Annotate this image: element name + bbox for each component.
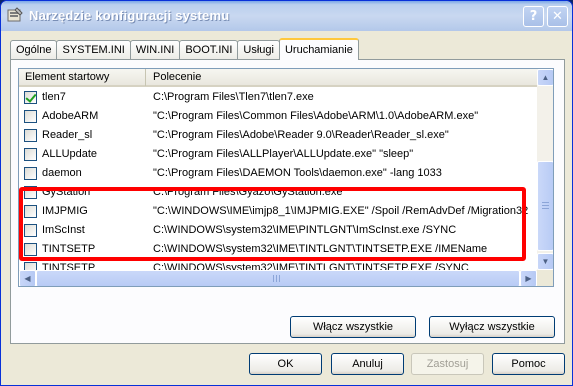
msconfig-app-icon	[7, 7, 23, 22]
grip-line	[542, 208, 549, 209]
startup-item-checkbox[interactable]	[24, 167, 37, 180]
scroll-up-icon[interactable]: ▲	[537, 69, 553, 86]
ok-button[interactable]: OK	[249, 353, 322, 375]
title-close-button[interactable]: ✕	[547, 6, 568, 27]
window-title: Narzędzie konfiguracji systemu	[29, 8, 230, 23]
list-item[interactable]: AdobeARM "C:\Program Files\Common Files\A…	[19, 107, 537, 126]
startup-item-name: tlen7	[42, 91, 66, 103]
list-item[interactable]: IMJPMIG "C:\WINDOWS\IME\imjp8_1\IMJPMIG.E…	[19, 202, 537, 221]
grip-line	[279, 275, 280, 282]
horizontal-scrollbar[interactable]: ◀ ▶	[19, 270, 537, 286]
title-bar[interactable]: Narzędzie konfiguracji systemu ? ✕	[1, 1, 572, 31]
startup-item-name: ImScInst	[42, 224, 85, 236]
list-header: Element startowy Polecenie	[19, 69, 537, 87]
startup-item-name: daemon	[42, 167, 82, 179]
startup-item-checkbox[interactable]	[24, 129, 37, 142]
msconfig-window: Narzędzie konfiguracji systemu ? ✕ Ogóln…	[0, 0, 573, 386]
scrollbar-corner	[537, 270, 553, 286]
horizontal-scroll-thumb[interactable]	[36, 270, 520, 286]
startup-item-command: C:\Program Files\Gyazo\GyStation.exe	[153, 186, 343, 198]
startup-item-name: TINTSETP	[42, 243, 96, 255]
startup-item-command: C:\Program Files\Tlen7\tlen7.exe	[153, 91, 314, 103]
grip-line	[276, 275, 277, 282]
grip-line	[542, 202, 549, 203]
vertical-scroll-thumb[interactable]	[537, 161, 553, 251]
list-item[interactable]: Reader_sl "C:\Program Files\Adobe\Reader …	[19, 126, 537, 145]
grip-line	[542, 205, 549, 206]
startup-item-name: GyStation	[42, 186, 91, 198]
list-item[interactable]: daemon "C:\Program Files\DAEMON Tools\dae…	[19, 164, 537, 183]
startup-item-name: Reader_sl	[42, 129, 93, 141]
list-item[interactable]: ImScInst C:\WINDOWS\system32\IME\PINTLGNT…	[19, 221, 537, 240]
tab-strip: Ogólne SYSTEM.INI WIN.INI BOOT.INI Usług…	[10, 38, 359, 60]
startup-item-command: C:\WINDOWS\system32\IME\TINTLGNT\TINTSET…	[153, 243, 488, 255]
startup-item-command: "C:\WINDOWS\IME\imjp8_1\IMJPMIG.EXE" /Sp…	[153, 205, 529, 217]
tab-boot-ini[interactable]: BOOT.INI	[179, 40, 239, 60]
tab-uruchamianie[interactable]: Uruchamianie	[278, 38, 359, 60]
grip-line	[273, 275, 274, 282]
startup-item-name: IMJPMIG	[42, 205, 88, 217]
startup-item-checkbox[interactable]	[24, 243, 37, 256]
startup-item-command: C:\WINDOWS\system32\IME\PINTLGNT\ImScIns…	[153, 224, 457, 236]
startup-item-checkbox[interactable]	[24, 110, 37, 123]
help-button[interactable]: Pomoc	[492, 353, 565, 375]
column-header-command[interactable]: Polecenie	[147, 69, 537, 86]
list-item[interactable]: ALLUpdate "C:\Program Files\ALLPlayer\ALL…	[19, 145, 537, 164]
vertical-scrollbar[interactable]: ▲ ▼	[537, 69, 553, 270]
disable-all-button[interactable]: Wyłącz wszystkie	[429, 316, 555, 338]
cancel-button[interactable]: Anuluj	[331, 353, 404, 375]
list-item[interactable]: TINTSETP C:\WINDOWS\system32\IME\TINTLGNT…	[19, 240, 537, 259]
column-header-startup-item[interactable]: Element startowy	[19, 69, 146, 86]
enable-all-button[interactable]: Włącz wszystkie	[290, 316, 416, 338]
startup-item-name: ALLUpdate	[42, 148, 98, 160]
startup-item-command: "C:\Program Files\ALLPlayer\ALLUpdate.ex…	[153, 148, 414, 160]
startup-item-command: "C:\Program Files\DAEMON Tools\daemon.ex…	[153, 167, 442, 179]
startup-item-command: "C:\Program Files\Common Files\Adobe\ARM…	[153, 110, 479, 122]
tab-system-ini[interactable]: SYSTEM.INI	[56, 40, 131, 60]
apply-button[interactable]: Zastosuj	[411, 353, 484, 375]
scroll-left-icon[interactable]: ◀	[19, 270, 36, 286]
scroll-down-icon[interactable]: ▼	[537, 253, 553, 270]
scroll-right-icon[interactable]: ▶	[520, 270, 537, 286]
startup-item-checkbox[interactable]	[24, 91, 37, 104]
list-item[interactable]: GyStation C:\Program Files\Gyazo\GyStatio…	[19, 183, 537, 202]
title-help-button[interactable]: ?	[523, 6, 544, 27]
startup-items-list: Element startowy Polecenie tlen7 C:\Progr…	[18, 68, 554, 287]
startup-item-checkbox[interactable]	[24, 224, 37, 237]
startup-item-checkbox[interactable]	[24, 148, 37, 161]
tab-win-ini[interactable]: WIN.INI	[129, 40, 181, 60]
tab-ogolne[interactable]: Ogólne	[10, 40, 58, 60]
startup-item-name: AdobeARM	[42, 110, 99, 122]
startup-item-command: "C:\Program Files\Adobe\Reader 9.0\Reade…	[153, 129, 449, 141]
tab-uslugi[interactable]: Usługi	[237, 40, 280, 60]
list-item[interactable]: tlen7 C:\Program Files\Tlen7\tlen7.exe	[19, 88, 537, 107]
startup-item-checkbox[interactable]	[24, 186, 37, 199]
startup-item-checkbox[interactable]	[24, 205, 37, 218]
